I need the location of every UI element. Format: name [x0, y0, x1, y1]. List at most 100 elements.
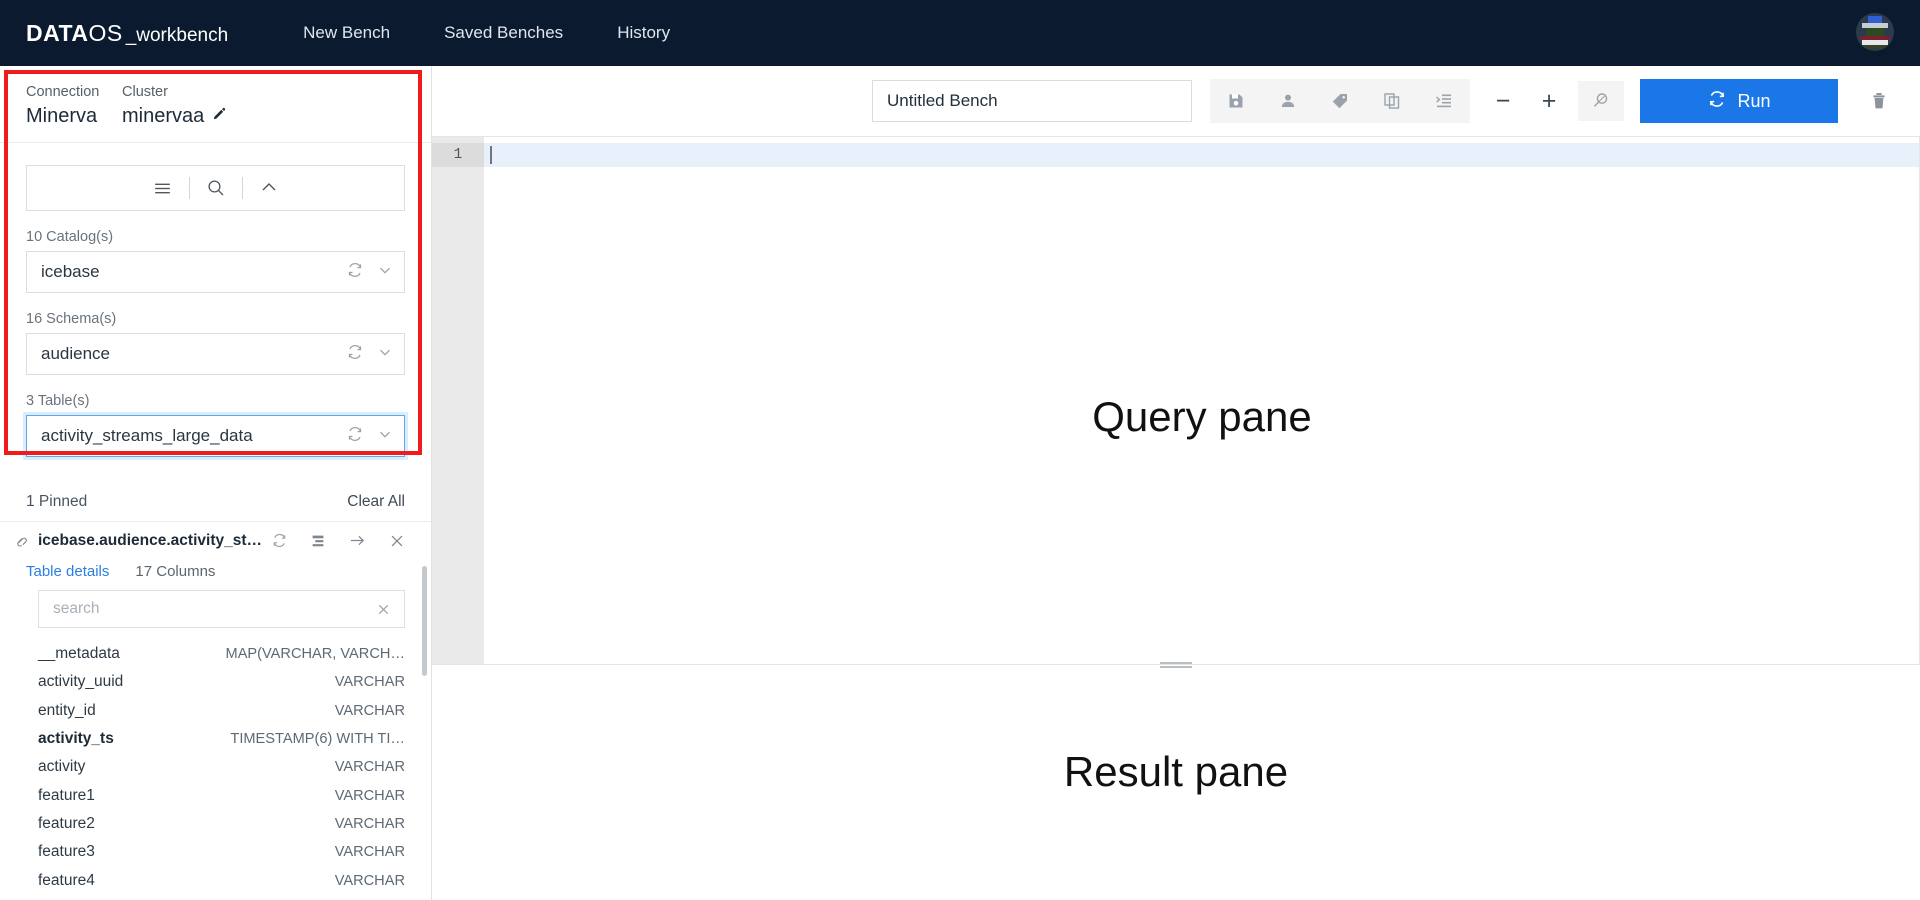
- connection-value: Minerva: [26, 105, 98, 127]
- catalog-count-label: 10 Catalog(s): [26, 229, 114, 245]
- chevron-down-icon[interactable]: [376, 261, 394, 284]
- bench-title-input[interactable]: [887, 91, 1177, 111]
- save-icon[interactable]: [1210, 79, 1262, 123]
- schema-select[interactable]: audience: [26, 333, 405, 375]
- column-name: activity_ts: [38, 730, 114, 748]
- catalog-select[interactable]: icebase: [26, 251, 405, 293]
- main-layout: Connection Minerva Cluster minervaa 10 C…: [0, 66, 1920, 900]
- column-name: feature1: [38, 786, 95, 804]
- column-name: __metadata: [38, 645, 120, 663]
- query-editor[interactable]: 1 Query pane: [432, 136, 1920, 664]
- nav-new-bench[interactable]: New Bench: [276, 13, 417, 53]
- editor-active-line[interactable]: [484, 143, 1920, 167]
- pane-splitter[interactable]: [432, 662, 1920, 672]
- refresh-icon[interactable]: [346, 425, 364, 448]
- clear-all-button[interactable]: Clear All: [347, 493, 405, 511]
- column-search-wrap: [0, 590, 431, 628]
- pinned-count-label: 1 Pinned: [26, 493, 88, 510]
- column-type: VARCHAR: [334, 815, 405, 832]
- column-name: entity_id: [38, 701, 96, 719]
- user-icon[interactable]: [1262, 79, 1314, 123]
- table-preview-icon[interactable]: [309, 532, 327, 550]
- nav-links: New Bench Saved Benches History: [276, 13, 697, 53]
- tag-icon[interactable]: [1314, 79, 1366, 123]
- list-item[interactable]: feature5 VARCHAR: [38, 895, 405, 900]
- result-pane: Result pane: [432, 672, 1920, 900]
- table-count-label: 3 Table(s): [26, 393, 90, 409]
- cluster-value: minervaa: [122, 105, 205, 127]
- column-list: __metadata MAP(VARCHAR, VARCH… activity_…: [0, 640, 431, 900]
- top-navigation-bar: DATA OS _workbench New Bench Saved Bench…: [0, 0, 1920, 66]
- zoom-in-button[interactable]: +: [1526, 79, 1572, 123]
- table-selected-value: activity_streams_large_data: [41, 426, 253, 445]
- explorer-toolbar: [26, 165, 405, 211]
- column-type: VARCHAR: [334, 759, 405, 776]
- tab-table-details[interactable]: Table details: [26, 563, 109, 580]
- bench-icon-group: [1210, 79, 1470, 123]
- bench-title-field[interactable]: [872, 80, 1192, 122]
- list-item[interactable]: feature4 VARCHAR: [38, 866, 405, 894]
- list-item[interactable]: feature2 VARCHAR: [38, 810, 405, 838]
- refresh-icon[interactable]: [346, 261, 364, 284]
- list-item[interactable]: activity_uuid VARCHAR: [38, 668, 405, 696]
- refresh-icon[interactable]: [271, 532, 288, 549]
- bench-toolbar: − + Run: [432, 66, 1920, 136]
- chevron-down-icon[interactable]: [376, 425, 394, 448]
- zoom-controls: − +: [1480, 79, 1624, 123]
- sidebar-scrollbar[interactable]: [422, 566, 427, 676]
- cluster-value-row: minervaa: [122, 105, 227, 128]
- splitter-grip[interactable]: [1160, 662, 1192, 669]
- pencil-icon[interactable]: [212, 105, 227, 128]
- list-item[interactable]: entity_id VARCHAR: [38, 697, 405, 725]
- editor-code-area[interactable]: Query pane: [484, 137, 1920, 664]
- close-icon[interactable]: [388, 532, 406, 550]
- logo-os-text: OS: [88, 19, 123, 46]
- arrow-right-icon[interactable]: [348, 531, 367, 550]
- run-button-label: Run: [1737, 90, 1771, 111]
- data-explorer-sidebar: Connection Minerva Cluster minervaa 10 C…: [0, 66, 432, 900]
- catalog-selected-value: icebase: [41, 262, 100, 281]
- nav-saved-benches[interactable]: Saved Benches: [417, 13, 590, 53]
- schema-count-label: 16 Schema(s): [26, 311, 117, 327]
- column-name: feature2: [38, 814, 95, 832]
- list-item[interactable]: activity_ts TIMESTAMP(6) WITH TI…: [38, 725, 405, 753]
- list-item[interactable]: __metadata MAP(VARCHAR, VARCH…: [38, 640, 405, 668]
- list-item[interactable]: feature1 VARCHAR: [38, 781, 405, 809]
- run-button[interactable]: Run: [1640, 79, 1838, 123]
- list-item[interactable]: activity VARCHAR: [38, 753, 405, 781]
- user-avatar-icon[interactable]: [1856, 13, 1894, 51]
- logo-data-text: DATA: [26, 19, 89, 46]
- column-search-input[interactable]: [53, 600, 375, 618]
- list-item[interactable]: feature3 VARCHAR: [38, 838, 405, 866]
- cluster-field: Cluster minervaa: [122, 84, 227, 128]
- close-icon[interactable]: [375, 601, 392, 618]
- table-select[interactable]: activity_streams_large_data: [26, 415, 405, 457]
- find-icon[interactable]: [1578, 81, 1624, 121]
- nav-history[interactable]: History: [590, 13, 697, 53]
- logo-workbench-text: _workbench: [125, 24, 229, 46]
- hamburger-menu-icon[interactable]: [137, 166, 189, 210]
- schema-picker-block: 16 Schema(s) audience: [26, 311, 405, 375]
- run-refresh-icon: [1707, 89, 1727, 114]
- refresh-icon[interactable]: [346, 343, 364, 366]
- column-type: VARCHAR: [334, 872, 405, 889]
- copy-icon[interactable]: [1366, 79, 1418, 123]
- trash-icon[interactable]: [1856, 79, 1902, 123]
- zoom-out-button[interactable]: −: [1480, 79, 1526, 123]
- bench-content: − + Run 1: [432, 66, 1920, 900]
- column-search-box[interactable]: [38, 590, 405, 628]
- chevron-up-icon[interactable]: [243, 166, 295, 210]
- column-type: VARCHAR: [334, 844, 405, 861]
- pinned-bar: 1 Pinned Clear All: [0, 485, 431, 522]
- editor-gutter: 1: [432, 137, 484, 664]
- line-number: 1: [432, 143, 484, 167]
- chevron-down-icon[interactable]: [376, 343, 394, 366]
- column-type: VARCHAR: [334, 787, 405, 804]
- search-icon[interactable]: [190, 166, 242, 210]
- connection-label: Connection: [26, 84, 100, 100]
- result-pane-label: Result pane: [1063, 748, 1289, 795]
- tab-columns[interactable]: 17 Columns: [135, 563, 215, 580]
- table-detail-tabs: Table details 17 Columns: [0, 559, 431, 590]
- pinned-table-item[interactable]: icebase.audience.activity_st…: [0, 522, 431, 559]
- format-indent-icon[interactable]: [1418, 79, 1470, 123]
